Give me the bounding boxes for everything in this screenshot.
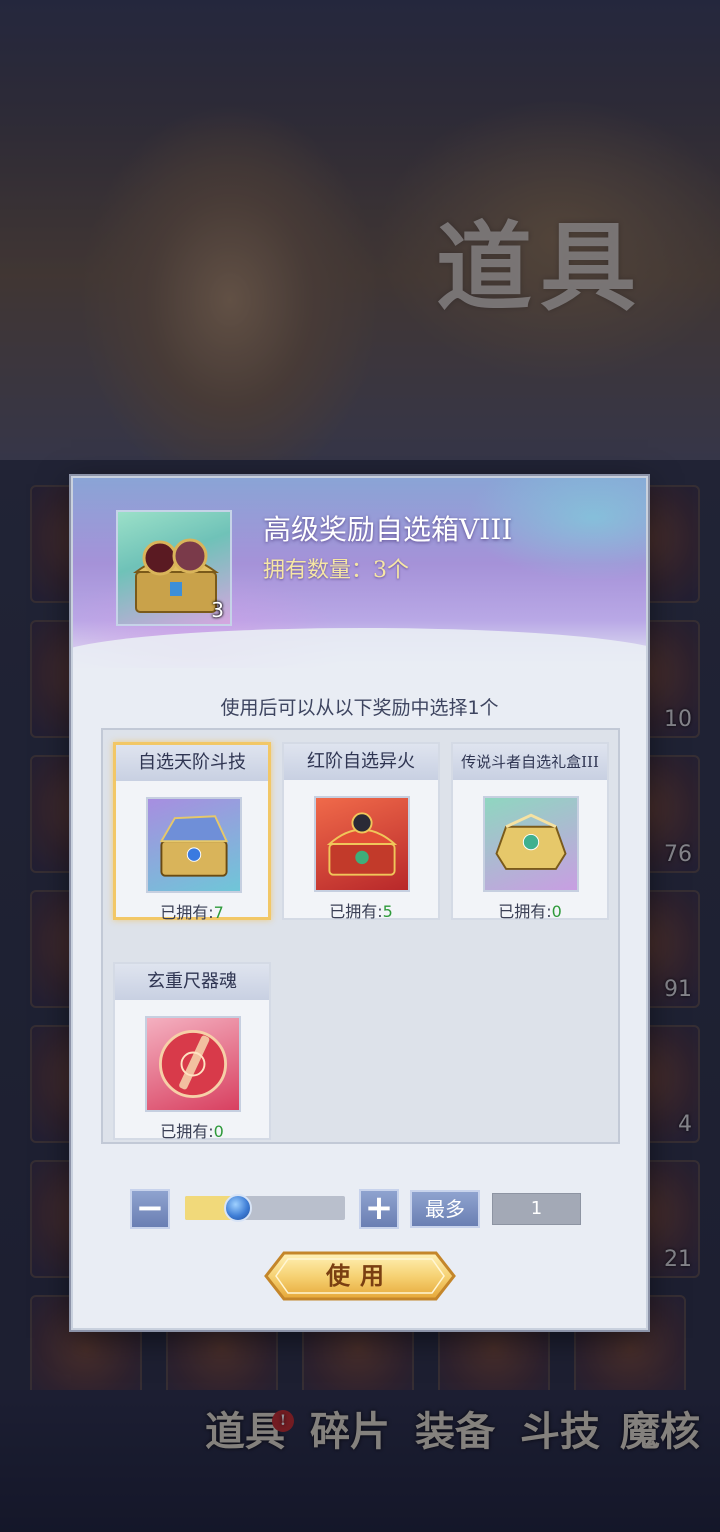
weapon-soul-icon (145, 1016, 241, 1112)
selection-instruction: 使用后可以从以下奖励中选择1个 (220, 697, 499, 719)
owned-label: 已拥有: (498, 902, 552, 921)
reward-owned-count: 已拥有:5 (284, 898, 438, 922)
owned-number: 7 (213, 903, 224, 922)
reward-card-skill[interactable]: 自选天阶斗技 已拥有:7 (113, 742, 271, 923)
skill-chest-icon (146, 797, 242, 893)
reward-card-fire[interactable]: 红阶自选异火 已拥有:5 (282, 742, 440, 922)
fire-chest-icon (314, 796, 410, 892)
reward-card-title: 传说斗者自选礼盒III (453, 744, 607, 780)
dialog-header: 3 高级奖励自选箱VIII 拥有数量：3个 (73, 478, 646, 668)
owned-label: 已拥有: (329, 902, 383, 921)
item-icon-count: 3 (211, 598, 224, 622)
reward-owned-count: 已拥有:7 (116, 899, 268, 923)
reward-card-title: 玄重尺器魂 (115, 964, 269, 1000)
treasure-chest-icon (132, 538, 220, 613)
reward-card-title: 自选天阶斗技 (116, 745, 268, 781)
reward-owned-count: 已拥有:0 (453, 898, 607, 922)
slider-handle[interactable] (223, 1194, 252, 1222)
owned-label: 已拥有: (160, 1122, 214, 1141)
max-button[interactable]: 最多 (410, 1190, 480, 1228)
owned-number: 5 (382, 902, 393, 921)
quantity-slider[interactable] (185, 1196, 345, 1220)
reward-card-weapon-soul[interactable]: 玄重尺器魂 已拥有:0 (113, 962, 271, 1142)
reward-card-title: 红阶自选异火 (284, 744, 438, 780)
owned-number: 0 (213, 1122, 224, 1141)
use-button[interactable]: 使用 (262, 1249, 458, 1303)
reward-options-list: 自选天阶斗技 已拥有:7 红阶自选异火 已拥有:5 传说斗者自选礼盒III 已拥… (101, 728, 620, 1144)
header-decoration (73, 628, 646, 668)
reward-card-legend-gift[interactable]: 传说斗者自选礼盒III 已拥有:0 (451, 742, 609, 922)
increase-button[interactable]: + (359, 1189, 399, 1229)
item-icon-frame: 3 (116, 510, 232, 626)
owned-label: 已拥有: (160, 903, 214, 922)
quantity-input[interactable]: 1 (492, 1193, 581, 1225)
use-button-label: 使用 (326, 1261, 394, 1290)
reward-owned-count: 已拥有:0 (115, 1118, 269, 1142)
decrease-button[interactable]: − (130, 1189, 170, 1229)
legend-gift-box-icon (483, 796, 579, 892)
owned-number: 0 (551, 902, 562, 921)
item-title: 高级奖励自选箱VIII (263, 513, 513, 546)
item-quantity: 拥有数量：3个 (263, 558, 409, 583)
